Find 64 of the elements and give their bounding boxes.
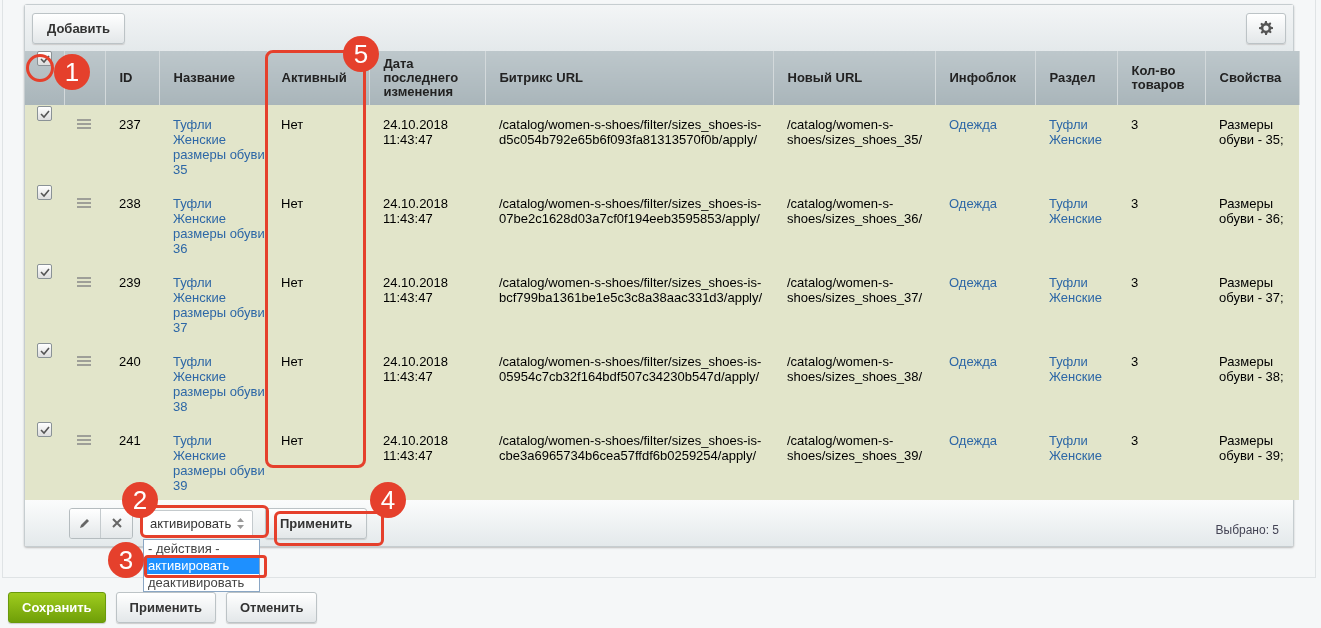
table-cell: 3 (1131, 196, 1139, 211)
infoblock-link[interactable]: Одежда (949, 275, 997, 290)
table-cell: 24.10.2018 11:43:47 (383, 275, 449, 305)
table-cell: 240 (119, 354, 141, 369)
infoblock-link[interactable]: Одежда (949, 354, 997, 369)
infoblock-link[interactable]: Одежда (949, 117, 997, 132)
table-cell: Нет (281, 275, 304, 290)
row-checkbox[interactable] (37, 343, 52, 359)
form-button[interactable]: Применить (115, 592, 216, 623)
delete-button[interactable] (101, 508, 132, 538)
row-checkbox[interactable] (37, 264, 52, 280)
settings-button[interactable] (1246, 12, 1286, 44)
table-cell: /catalog/women-s-shoes/sizes_shoes_39/ (787, 433, 923, 463)
table-cell: 3 (1131, 433, 1139, 448)
table-cell: /catalog/women-s-shoes/filter/sizes_shoes-is-05954c7cb32f164bdf507c34230b547d/apply/ (499, 354, 762, 384)
table-cell: Размеры обуви - 38; (1219, 354, 1284, 384)
updown-arrows-icon (237, 517, 244, 529)
table-cell: Размеры обуви - 39; (1219, 433, 1284, 463)
table-cell: /catalog/women-s-shoes/sizes_shoes_36/ (787, 196, 923, 226)
table-cell: /catalog/women-s-shoes/filter/sizes_shoes-is-d5c054b792e65b6f093fa81313570f0b/apply/ (499, 117, 762, 147)
row-checkbox[interactable] (37, 106, 52, 122)
table-cell: 24.10.2018 11:43:47 (383, 433, 449, 463)
close-icon (111, 518, 122, 528)
table-cell: 3 (1131, 354, 1139, 369)
table-cell: Нет (281, 196, 304, 211)
column-header[interactable]: Активный (281, 71, 355, 85)
form-button[interactable]: Отменить (225, 592, 318, 623)
table-cell: Нет (281, 433, 304, 448)
column-header[interactable]: Название (173, 71, 253, 85)
column-header[interactable]: Инфоблок (949, 71, 1021, 85)
column-header[interactable]: ID (119, 71, 145, 85)
settings-icon (1259, 21, 1273, 35)
table-cell: /catalog/women-s-shoes/sizes_shoes_38/ (787, 354, 923, 384)
table-cell: Размеры обуви - 35; (1219, 117, 1284, 147)
pencil-icon (79, 517, 91, 529)
table-cell: 24.10.2018 11:43:47 (383, 117, 449, 147)
row-checkbox[interactable] (37, 422, 52, 438)
row-checkbox[interactable] (37, 185, 52, 201)
table-cell: Размеры обуви - 36; (1219, 196, 1284, 226)
infoblock-link[interactable]: Одежда (949, 433, 997, 448)
table-cell: Нет (281, 117, 304, 132)
column-header[interactable]: Раздел (1049, 71, 1103, 85)
table-cell: /catalog/women-s-shoes/filter/sizes_shoes-is-bcf799ba1361be1e5c3c8a38aac331d3/apply/ (499, 275, 763, 305)
table-cell: 238 (119, 196, 141, 211)
selected-count: Выбрано: 5 (1215, 523, 1279, 537)
infoblock-link[interactable]: Одежда (949, 196, 997, 211)
table-cell: 24.10.2018 11:43:47 (383, 196, 449, 226)
table-cell: 3 (1131, 275, 1139, 290)
table-cell: Размеры обуви - 37; (1219, 275, 1284, 305)
table-cell: /catalog/women-s-shoes/filter/sizes_shoes-is-07be2c1628d03a7cf0f194eeb3595853/apply/ (499, 196, 762, 226)
table-cell: 239 (119, 275, 141, 290)
table-cell: /catalog/women-s-shoes/sizes_shoes_35/ (787, 117, 923, 147)
table-cell: /catalog/women-s-shoes/filter/sizes_shoes-is-cbe3a6965734b6cea57ffdf6b0259254/apply/ (499, 433, 762, 463)
edit-button[interactable] (70, 508, 101, 538)
table-cell: 3 (1131, 117, 1139, 132)
column-header[interactable]: Свойства (1219, 71, 1285, 85)
table-cell: 24.10.2018 11:43:47 (383, 354, 449, 384)
table-cell: /catalog/women-s-shoes/sizes_shoes_37/ (787, 275, 923, 305)
table-cell: 237 (119, 117, 141, 132)
table-cell: 241 (119, 433, 141, 448)
dropdown-option[interactable]: деактивировать (144, 573, 259, 591)
add-button[interactable]: Добавить (32, 12, 125, 44)
dropdown-option[interactable]: - действия - (144, 539, 259, 557)
table-cell: Нет (281, 354, 304, 369)
